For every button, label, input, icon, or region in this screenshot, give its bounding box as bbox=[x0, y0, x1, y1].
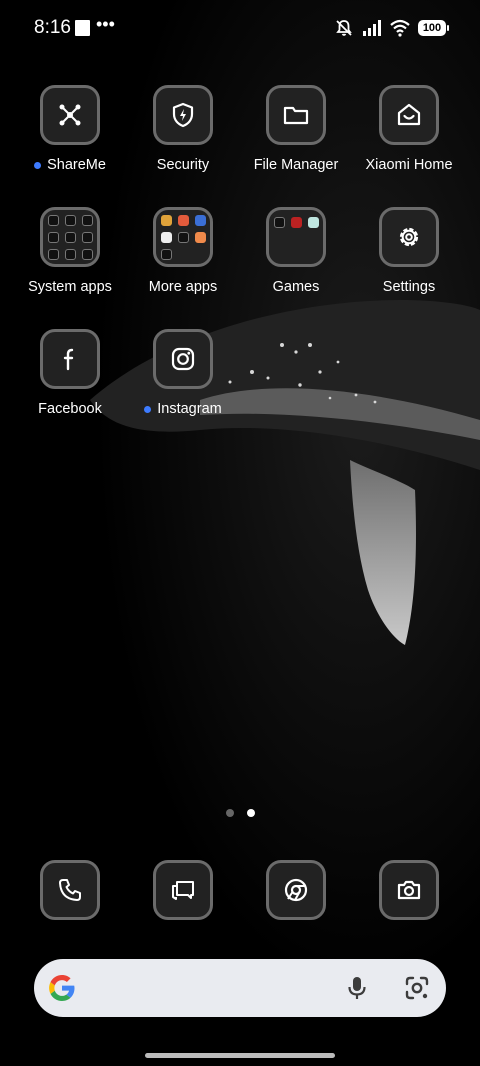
folder-system-apps[interactable]: System apps bbox=[15, 207, 125, 295]
dock-chrome-tile[interactable] bbox=[266, 860, 326, 920]
app-label: Settings bbox=[382, 279, 436, 295]
phone-icon bbox=[59, 879, 81, 901]
messages-icon bbox=[172, 881, 194, 900]
dock-phone-tile[interactable] bbox=[40, 860, 100, 920]
app-file-manager-tile[interactable] bbox=[266, 85, 326, 145]
page-dot-1[interactable] bbox=[226, 809, 234, 817]
battery-icon: 100 bbox=[418, 20, 449, 36]
folder-games[interactable]: Games bbox=[241, 207, 351, 295]
mute-bell-icon bbox=[336, 20, 352, 36]
folder-grid-icon bbox=[160, 214, 206, 260]
app-label: Games bbox=[272, 279, 320, 295]
app-label: More apps bbox=[148, 279, 218, 295]
app-security-tile[interactable] bbox=[153, 85, 213, 145]
google-lens-icon[interactable] bbox=[403, 974, 431, 1002]
folder-more-apps[interactable]: More apps bbox=[128, 207, 238, 295]
dock-camera[interactable] bbox=[379, 860, 439, 920]
app-label: File Manager bbox=[253, 157, 339, 173]
page-dot-2-active[interactable] bbox=[247, 809, 255, 817]
app-xiaomi-home-tile[interactable] bbox=[379, 85, 439, 145]
dock-chrome[interactable] bbox=[266, 860, 326, 920]
facebook-icon bbox=[63, 348, 74, 371]
folder-games-tile[interactable] bbox=[266, 207, 326, 267]
app-settings[interactable]: Settings bbox=[354, 207, 464, 295]
status-bar: 8:16 ••• 100 bbox=[0, 0, 480, 56]
page-indicator bbox=[226, 809, 255, 817]
instagram-icon bbox=[171, 347, 195, 371]
app-settings-tile[interactable] bbox=[379, 207, 439, 267]
gear-icon bbox=[399, 227, 419, 247]
status-time: 8:16 bbox=[34, 17, 71, 38]
share-network-icon bbox=[59, 104, 81, 126]
app-label: Xiaomi Home bbox=[365, 157, 453, 173]
dock-camera-tile[interactable] bbox=[379, 860, 439, 920]
dock-phone[interactable] bbox=[40, 860, 100, 920]
google-logo-icon bbox=[49, 975, 75, 1001]
app-label: System apps bbox=[28, 279, 112, 295]
google-search-bar[interactable] bbox=[34, 959, 446, 1017]
shield-bolt-icon bbox=[172, 102, 194, 128]
wifi-icon bbox=[390, 19, 410, 37]
gesture-home-indicator[interactable] bbox=[145, 1053, 335, 1058]
app-instagram[interactable]: Instagram bbox=[128, 329, 238, 417]
dock-messages[interactable] bbox=[153, 860, 213, 920]
chrome-icon bbox=[284, 878, 308, 902]
folder-system-apps-tile[interactable] bbox=[40, 207, 100, 267]
app-label: ShareMe bbox=[47, 157, 106, 173]
app-security[interactable]: Security bbox=[128, 85, 238, 173]
dock-messages-tile[interactable] bbox=[153, 860, 213, 920]
folder-grid-icon bbox=[47, 214, 93, 260]
folder-grid-icon bbox=[273, 217, 319, 228]
microphone-icon[interactable] bbox=[344, 974, 370, 1002]
new-badge-dot bbox=[144, 405, 152, 413]
folder-icon bbox=[283, 106, 309, 125]
app-shareme-tile[interactable] bbox=[40, 85, 100, 145]
signal-icon bbox=[363, 20, 381, 36]
app-facebook-tile[interactable] bbox=[40, 329, 100, 389]
app-shareme[interactable]: ShareMe bbox=[15, 85, 125, 173]
home-smile-icon bbox=[397, 103, 421, 126]
folder-more-apps-tile[interactable] bbox=[153, 207, 213, 267]
square-notification-icon bbox=[75, 20, 90, 36]
app-xiaomi-home[interactable]: Xiaomi Home bbox=[354, 85, 464, 173]
app-file-manager[interactable]: File Manager bbox=[241, 85, 351, 173]
app-instagram-tile[interactable] bbox=[153, 329, 213, 389]
new-badge-dot bbox=[34, 161, 42, 169]
app-label: Facebook bbox=[38, 401, 102, 417]
camera-icon bbox=[397, 880, 421, 900]
app-label: Security bbox=[156, 157, 210, 173]
app-label: Instagram bbox=[157, 401, 222, 417]
more-dots-icon: ••• bbox=[96, 14, 115, 34]
app-facebook[interactable]: Facebook bbox=[15, 329, 125, 417]
